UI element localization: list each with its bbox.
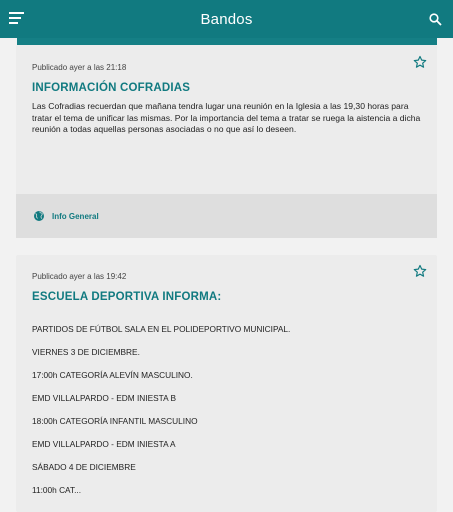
post-meta: Publicado ayer a las 21:18 (32, 63, 127, 72)
post-card[interactable]: Publicado ayer a las 19:42 ESCUELA DEPOR… (16, 255, 437, 512)
post-line: PARTIDOS DE FÚTBOL SALA EN EL POLIDEPORT… (32, 324, 291, 334)
menu-icon (9, 12, 24, 24)
post-body: Las Cofradias recuerdan que mañana tendr… (32, 101, 421, 134)
favorite-button[interactable] (413, 264, 427, 278)
search-icon (428, 12, 442, 26)
app-bar: Bandos (0, 0, 453, 38)
post-card[interactable]: Publicado ayer a las 21:18 INFORMACIÓN C… (16, 45, 437, 238)
category-link[interactable]: Info General (52, 212, 99, 221)
post-line: VIERNES 3 DE DICIEMBRE. (32, 347, 140, 357)
post-line: 18:00h CATEGORÍA INFANTIL MASCULINO (32, 416, 198, 426)
post-meta: Publicado ayer a las 19:42 (32, 272, 127, 281)
post-category-bar: Info General (16, 194, 437, 238)
header-underline (17, 38, 437, 45)
post-line: 11:00h CAT... (32, 485, 82, 495)
menu-button[interactable] (6, 7, 28, 29)
favorite-button[interactable] (413, 55, 427, 69)
post-line: EMD VILLALPARDO - EDM INIESTA B (32, 393, 176, 403)
post-title: INFORMACIÓN COFRADIAS (32, 82, 191, 94)
post-line: SÁBADO 4 DE DICIEMBRE (32, 462, 136, 472)
post-title: ESCUELA DEPORTIVA INFORMA: (32, 291, 222, 303)
star-icon (413, 55, 427, 68)
search-button[interactable] (424, 8, 446, 30)
globe-icon (34, 211, 44, 221)
page-title: Bandos (200, 10, 253, 28)
post-line: 17:00h CATEGORÍA ALEVÍN MASCULINO. (32, 370, 193, 380)
star-icon (413, 264, 427, 277)
post-line: EMD VILLALPARDO - EDM INIESTA A (32, 439, 176, 449)
post-body: PARTIDOS DE FÚTBOL SALA EN EL POLIDEPORT… (32, 323, 427, 507)
